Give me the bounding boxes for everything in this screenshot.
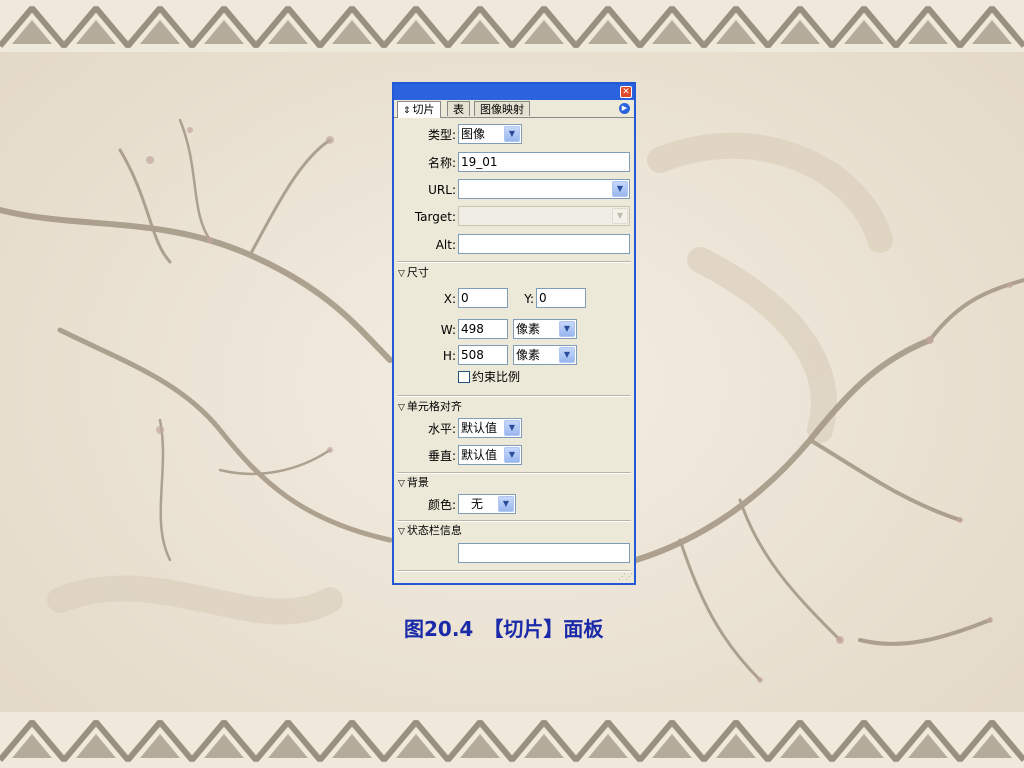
top-border-pattern (0, 0, 1024, 52)
url-label: URL: (428, 183, 456, 197)
type-label: 类型: (427, 128, 456, 142)
divider (397, 570, 631, 572)
size-section-header[interactable]: ▽ 尺寸 (398, 266, 429, 281)
chevron-down-icon[interactable]: ▼ (498, 496, 514, 512)
triangle-down-icon[interactable]: ▽ (398, 479, 405, 489)
type-value: 图像 (461, 127, 486, 141)
divider (397, 520, 631, 522)
color-label: 颜色: (427, 498, 456, 512)
triangle-down-icon[interactable]: ▽ (398, 403, 405, 413)
chevron-down-icon: ▼ (612, 208, 628, 224)
horizontal-align-value: 默认值 (461, 421, 498, 435)
cell-align-section-header[interactable]: ▽ 单元格对齐 (398, 400, 462, 415)
divider (397, 395, 631, 397)
panel-titlebar[interactable]: ✕ (394, 84, 634, 100)
y-input[interactable]: 0 (536, 288, 586, 308)
color-select[interactable]: 无 ▼ (458, 494, 516, 514)
resize-grip-icon[interactable]: ⋰⋰ (618, 572, 633, 581)
h-input[interactable]: 508 (458, 345, 508, 365)
tab-slice[interactable]: ⇕ 切片 (397, 101, 441, 118)
h-value: 508 (461, 348, 484, 362)
w-input[interactable]: 498 (458, 319, 508, 339)
chevron-down-icon[interactable]: ▼ (612, 181, 628, 197)
background-section-header[interactable]: ▽ 背景 (398, 476, 429, 491)
slice-panel: ✕ ⇕ 切片 表 图像映射 ▶ 类型: 图像 ▼ 名称: 19_01 URL: ▼… (392, 82, 636, 585)
triangle-down-icon[interactable]: ▽ (398, 527, 405, 537)
name-input[interactable]: 19_01 (458, 152, 630, 172)
y-value: 0 (539, 291, 547, 305)
close-icon[interactable]: ✕ (620, 86, 632, 98)
alt-input[interactable] (458, 234, 630, 254)
x-value: 0 (461, 291, 469, 305)
w-value: 498 (461, 322, 484, 336)
status-section-header[interactable]: ▽ 状态栏信息 (398, 524, 462, 539)
divider (397, 261, 631, 263)
alt-label: Alt: (435, 238, 456, 252)
panel-tabs: ⇕ 切片 表 图像映射 ▶ (394, 100, 634, 118)
background-section-title: 背景 (406, 476, 429, 489)
figure-caption: 图20.4 【切片】面板 (404, 617, 604, 641)
divider (397, 472, 631, 474)
name-value: 19_01 (461, 155, 498, 169)
cell-align-section-title: 单元格对齐 (406, 400, 462, 413)
horizontal-label: 水平: (427, 422, 456, 436)
tab-slice-label: 切片 (412, 103, 435, 116)
w-unit-select[interactable]: 像素 ▼ (513, 319, 577, 339)
target-label: Target: (414, 210, 456, 224)
constrain-proportions-label: 约束比例 (472, 370, 521, 384)
triangle-down-icon[interactable]: ▽ (398, 269, 405, 279)
url-combo[interactable]: ▼ (458, 179, 630, 199)
vertical-align-select[interactable]: 默认值 ▼ (458, 445, 522, 465)
y-label: Y: (524, 292, 534, 306)
size-section-title: 尺寸 (406, 266, 429, 279)
vertical-align-value: 默认值 (461, 448, 498, 462)
tab-image-map-label: 图像映射 (480, 103, 524, 116)
x-input[interactable]: 0 (458, 288, 508, 308)
h-unit-value: 像素 (516, 348, 541, 362)
horizontal-align-select[interactable]: 默认值 ▼ (458, 418, 522, 438)
h-unit-select[interactable]: 像素 ▼ (513, 345, 577, 365)
name-label: 名称: (427, 156, 456, 170)
status-section-title: 状态栏信息 (406, 524, 462, 537)
type-select[interactable]: 图像 ▼ (458, 124, 522, 144)
tab-image-map[interactable]: 图像映射 (474, 101, 530, 116)
panel-menu-icon[interactable]: ▶ (619, 103, 630, 114)
chevron-down-icon[interactable]: ▼ (559, 347, 575, 363)
bottom-border-pattern (0, 712, 1024, 768)
x-label: X: (443, 292, 456, 306)
status-bar-input[interactable] (458, 543, 630, 563)
chevron-down-icon[interactable]: ▼ (559, 321, 575, 337)
target-combo: ▼ (458, 206, 630, 226)
color-value: 无 (471, 497, 484, 511)
drag-grip-icon[interactable]: ⇕ (403, 106, 411, 116)
w-label: W: (440, 323, 456, 337)
constrain-proportions-checkbox[interactable] (458, 371, 470, 383)
chevron-down-icon[interactable]: ▼ (504, 126, 520, 142)
tab-table-label: 表 (453, 103, 464, 116)
tab-table[interactable]: 表 (447, 101, 470, 116)
chevron-down-icon[interactable]: ▼ (504, 447, 520, 463)
chevron-down-icon[interactable]: ▼ (504, 420, 520, 436)
vertical-label: 垂直: (427, 449, 456, 463)
h-label: H: (442, 349, 456, 363)
w-unit-value: 像素 (516, 322, 541, 336)
